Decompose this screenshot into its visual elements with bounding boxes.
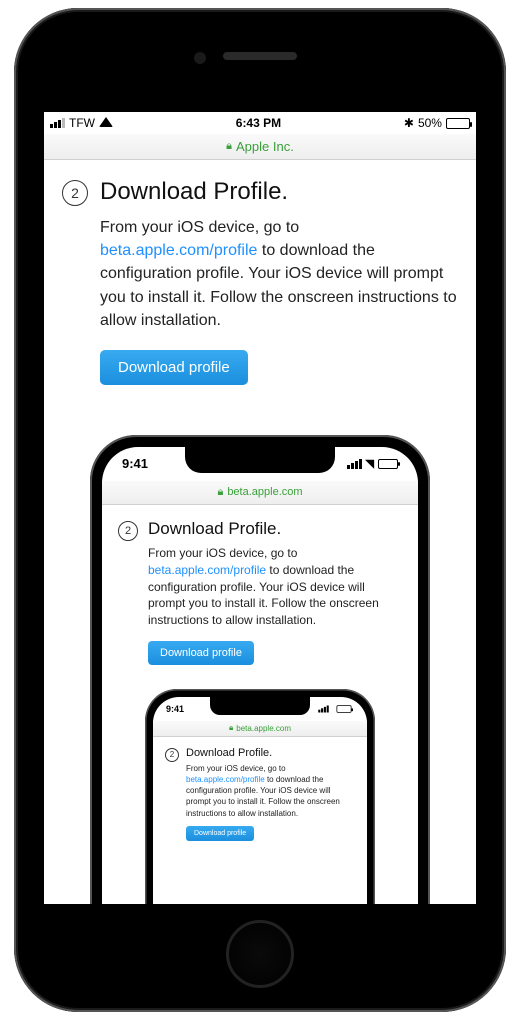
step-row: 2 Download Profile. From your iOS device… xyxy=(62,178,458,385)
inner-nested-download-profile-button: Download profile xyxy=(186,826,254,841)
nested-clock-label: 9:41 xyxy=(122,456,148,471)
nested-signal-icon xyxy=(347,459,362,469)
nested-page-content: 2 Download Profile. From your iOS device… xyxy=(102,505,418,904)
device-frame: TFW 6:43 PM ✱ 50% 🔒︎ Apple Inc. 2 xyxy=(14,8,506,1012)
device-frame-inner: TFW 6:43 PM ✱ 50% 🔒︎ Apple Inc. 2 xyxy=(22,16,498,1004)
carrier-label: TFW xyxy=(69,116,95,130)
status-bar: TFW 6:43 PM ✱ 50% xyxy=(44,112,476,134)
nested-address-bar: 🔒︎ beta.apple.com xyxy=(102,481,418,505)
battery-percent-label: 50% xyxy=(418,116,442,130)
step-number-badge: 2 xyxy=(62,180,88,206)
step-title: Download Profile. xyxy=(100,178,458,206)
wifi-icon xyxy=(99,117,113,127)
nested-lock-icon: 🔒︎ xyxy=(217,486,223,499)
inner-nested-step-number-badge: 2 xyxy=(165,748,179,762)
front-camera xyxy=(194,52,206,64)
step-text-pre: From your iOS device, go to xyxy=(100,219,299,236)
clock-label: 6:43 PM xyxy=(236,116,281,130)
nested-profile-link: beta.apple.com/profile xyxy=(148,563,266,577)
notch xyxy=(185,447,335,473)
inner-nested-signal-icon xyxy=(318,705,329,712)
battery-icon xyxy=(446,118,470,129)
inner-notch xyxy=(210,697,310,715)
download-profile-button[interactable]: Download profile xyxy=(100,350,248,385)
inner-nested-address-bar: 🔒︎ beta.apple.com xyxy=(153,721,367,737)
nested-step-row: 2 Download Profile. From your iOS device… xyxy=(118,519,402,665)
inner-nested-step-text: From your iOS device, go to beta.apple.c… xyxy=(186,763,355,819)
inner-nested-step-title: Download Profile. xyxy=(186,747,355,759)
nested-site-label: beta.apple.com xyxy=(227,486,302,498)
illustration-device: 9:41 ◥ 🔒︎ beta.apple.com xyxy=(62,435,458,904)
inner-nested-screen: 9:41 🔒︎ xyxy=(153,697,367,904)
signal-icon xyxy=(50,118,65,128)
inner-nested-page-content: 2 Download Profile. From your iOS device… xyxy=(153,737,367,841)
lock-icon: 🔒︎ xyxy=(226,140,232,153)
inner-nested-clock-label: 9:41 xyxy=(166,704,184,714)
inner-nested-lock-icon: 🔒︎ xyxy=(229,723,233,733)
inner-nested-profile-link: beta.apple.com/profile xyxy=(186,775,265,784)
inner-nested-site-label: beta.apple.com xyxy=(236,724,291,733)
inner-nested-battery-icon xyxy=(337,705,352,713)
nested-screen: 9:41 ◥ 🔒︎ beta.apple.com xyxy=(102,447,418,904)
nested-step-title: Download Profile. xyxy=(148,519,402,539)
inner-nested-device-frame: 9:41 🔒︎ xyxy=(145,689,375,904)
nested-device-frame: 9:41 ◥ 🔒︎ beta.apple.com xyxy=(90,435,430,904)
speaker-grille xyxy=(223,52,297,60)
step-text: From your iOS device, go to beta.apple.c… xyxy=(100,216,458,332)
site-label: Apple Inc. xyxy=(236,139,294,154)
nested-download-profile-button: Download profile xyxy=(148,641,254,665)
bluetooth-icon: ✱ xyxy=(404,116,414,130)
inner-illustration-device: 9:41 🔒︎ xyxy=(118,689,402,904)
step-body: Download Profile. From your iOS device, … xyxy=(100,178,458,385)
nested-wifi-icon: ◥ xyxy=(366,457,374,470)
screen: TFW 6:43 PM ✱ 50% 🔒︎ Apple Inc. 2 xyxy=(44,112,476,904)
nested-step-text: From your iOS device, go to beta.apple.c… xyxy=(148,545,402,629)
home-button[interactable] xyxy=(226,920,294,988)
nested-battery-icon xyxy=(378,459,398,469)
page-content: 2 Download Profile. From your iOS device… xyxy=(44,160,476,904)
nested-step-number-badge: 2 xyxy=(118,521,138,541)
address-bar[interactable]: 🔒︎ Apple Inc. xyxy=(44,134,476,160)
profile-link[interactable]: beta.apple.com/profile xyxy=(100,242,257,259)
